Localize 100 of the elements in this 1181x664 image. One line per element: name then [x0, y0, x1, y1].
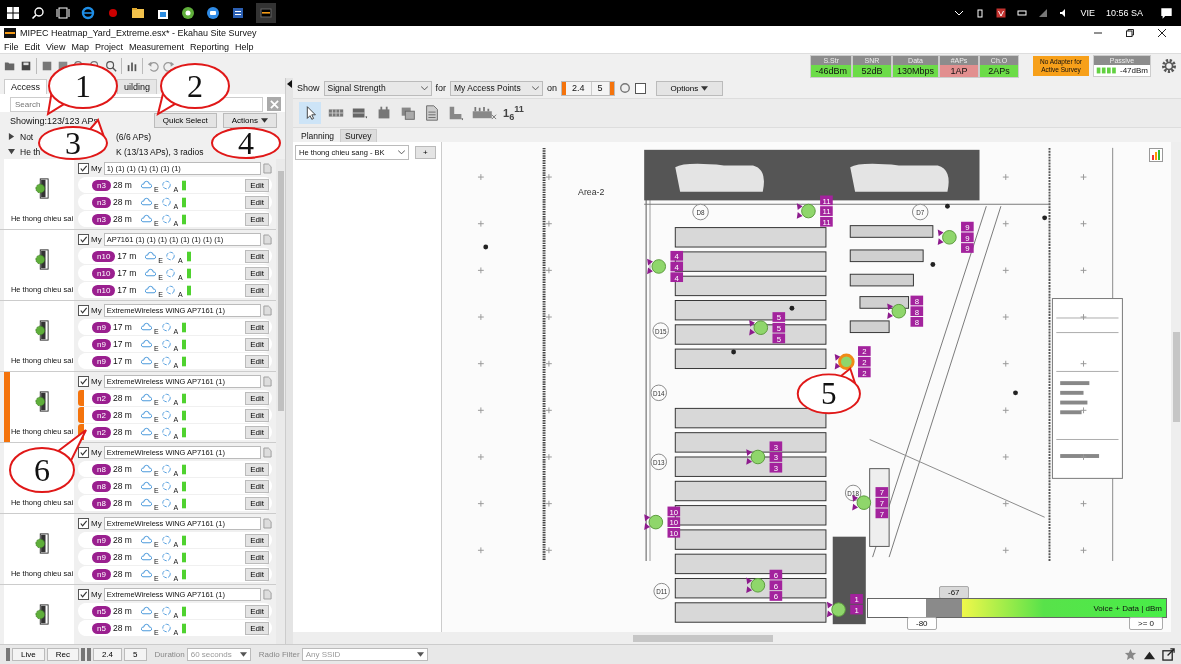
band-toggle[interactable]: 2.4: [566, 81, 592, 95]
edit-button[interactable]: Edit: [245, 320, 269, 334]
live-button[interactable]: Live: [12, 648, 45, 661]
chart-icon[interactable]: [1149, 148, 1163, 162]
clock[interactable]: 10:56 SA: [1105, 8, 1143, 18]
close-icon[interactable]: [1157, 28, 1167, 38]
access-point-icon[interactable]: [834, 353, 855, 370]
quick-select-button[interactable]: Quick Select: [153, 113, 217, 128]
access-point-icon[interactable]: [644, 514, 664, 530]
checkbox[interactable]: [78, 376, 89, 387]
access-point-icon[interactable]: [796, 203, 816, 219]
expanded-arrow-icon[interactable]: [8, 148, 15, 155]
folder-icon[interactable]: [131, 6, 145, 20]
menu-item[interactable]: Help: [235, 41, 254, 52]
edit-button[interactable]: Edit: [245, 178, 269, 192]
edit-button[interactable]: Edit: [245, 249, 269, 263]
ap-card[interactable]: [4, 585, 74, 644]
scroll-thumb[interactable]: [633, 634, 773, 642]
add-floor-button[interactable]: +: [415, 146, 436, 159]
band-toggle[interactable]: 5: [591, 81, 610, 95]
menu-item[interactable]: Reporting: [189, 41, 229, 52]
usb-drive-icon[interactable]: [975, 8, 986, 18]
notification-icon[interactable]: [1160, 6, 1173, 20]
band-button[interactable]: 5: [124, 648, 147, 661]
chat-icon[interactable]: [206, 6, 220, 20]
pointer-icon[interactable]: [299, 102, 321, 124]
rec-button[interactable]: Rec: [46, 648, 79, 661]
app-icon[interactable]: [181, 6, 195, 20]
edit-button[interactable]: Edit: [245, 550, 269, 564]
open-folder-icon[interactable]: [4, 60, 16, 72]
checkbox[interactable]: [634, 82, 646, 94]
checkbox[interactable]: [78, 589, 89, 600]
show-dropdown[interactable]: Signal Strength: [323, 80, 432, 96]
collapse-arrow-icon[interactable]: [287, 80, 292, 88]
search-icon[interactable]: [31, 6, 45, 20]
pop-out-icon[interactable]: [1162, 648, 1175, 661]
scroll-thumb[interactable]: [1172, 332, 1180, 422]
checkbox[interactable]: [78, 447, 89, 458]
task-view-icon[interactable]: [56, 6, 70, 20]
edit-button[interactable]: Edit: [245, 496, 269, 510]
edit-button[interactable]: Edit: [245, 621, 269, 635]
map-tab[interactable]: Survey: [340, 129, 377, 142]
star-icon[interactable]: [1124, 648, 1137, 661]
menu-item[interactable]: Map: [71, 41, 89, 52]
checkbox[interactable]: [78, 518, 89, 529]
actions-button[interactable]: Actions: [222, 113, 277, 128]
checkbox[interactable]: [78, 305, 89, 316]
bar-chart-icon[interactable]: [126, 60, 138, 72]
settings-icon[interactable]: [1161, 58, 1177, 74]
menu-item[interactable]: File: [4, 41, 19, 52]
edit-button[interactable]: Edit: [245, 354, 269, 368]
access-point-icon[interactable]: [852, 494, 872, 511]
menu-item[interactable]: Edit: [24, 41, 41, 52]
access-points-icon[interactable]: [471, 104, 497, 122]
edit-button[interactable]: Edit: [245, 479, 269, 493]
min-tag[interactable]: -80: [907, 617, 937, 630]
for-dropdown[interactable]: My Access Points: [450, 80, 544, 96]
scrollbar[interactable]: [276, 159, 285, 644]
edit-button[interactable]: Edit: [245, 195, 269, 209]
checkbox[interactable]: [78, 234, 89, 245]
options-button[interactable]: Options: [655, 80, 724, 96]
access-point-icon[interactable]: [647, 258, 667, 275]
edit-button[interactable]: Edit: [245, 266, 269, 280]
access-point-icon[interactable]: [746, 577, 766, 594]
panel-tab[interactable]: Access: [4, 79, 47, 94]
restore-icon[interactable]: [1125, 28, 1135, 38]
access-point-icon[interactable]: [749, 319, 769, 336]
start-icon[interactable]: [6, 6, 20, 20]
access-point-icon[interactable]: [937, 229, 957, 246]
edit-button[interactable]: Edit: [245, 425, 269, 439]
checkbox[interactable]: [78, 163, 89, 174]
edit-button[interactable]: Edit: [245, 391, 269, 405]
antivirus-icon[interactable]: [996, 8, 1007, 18]
edit-button[interactable]: Edit: [245, 212, 269, 226]
band-button[interactable]: 2.4: [92, 648, 123, 661]
document-app-icon[interactable]: [231, 6, 245, 20]
access-point-icon[interactable]: [746, 449, 766, 465]
access-point-icon[interactable]: [826, 601, 846, 618]
map-tab[interactable]: Planning: [297, 130, 339, 142]
edit-button[interactable]: Edit: [245, 567, 269, 581]
edit-button[interactable]: Edit: [245, 408, 269, 422]
max-tag[interactable]: >= 0: [1129, 617, 1163, 630]
image-icon[interactable]: [41, 60, 53, 72]
menu-item[interactable]: View: [46, 41, 66, 52]
access-point-icon[interactable]: [887, 303, 907, 319]
edit-button[interactable]: Edit: [245, 462, 269, 476]
refresh-icon[interactable]: [618, 82, 631, 94]
save-icon[interactable]: [20, 60, 32, 72]
menu-item[interactable]: Measurement: [128, 41, 184, 52]
browser-icon[interactable]: [81, 6, 95, 20]
wifi-icon[interactable]: [1038, 8, 1049, 18]
edit-button[interactable]: Edit: [245, 533, 269, 547]
document-icon[interactable]: [423, 104, 441, 122]
panel-tab[interactable]: uilding: [117, 79, 158, 94]
input-language[interactable]: VIE: [1080, 8, 1095, 18]
menu-item[interactable]: Project: [94, 41, 123, 52]
battery-icon[interactable]: [1017, 8, 1028, 18]
edit-button[interactable]: Edit: [245, 283, 269, 297]
collapsed-arrow-icon[interactable]: [8, 133, 15, 140]
floor-area-icon[interactable]: [447, 104, 465, 122]
